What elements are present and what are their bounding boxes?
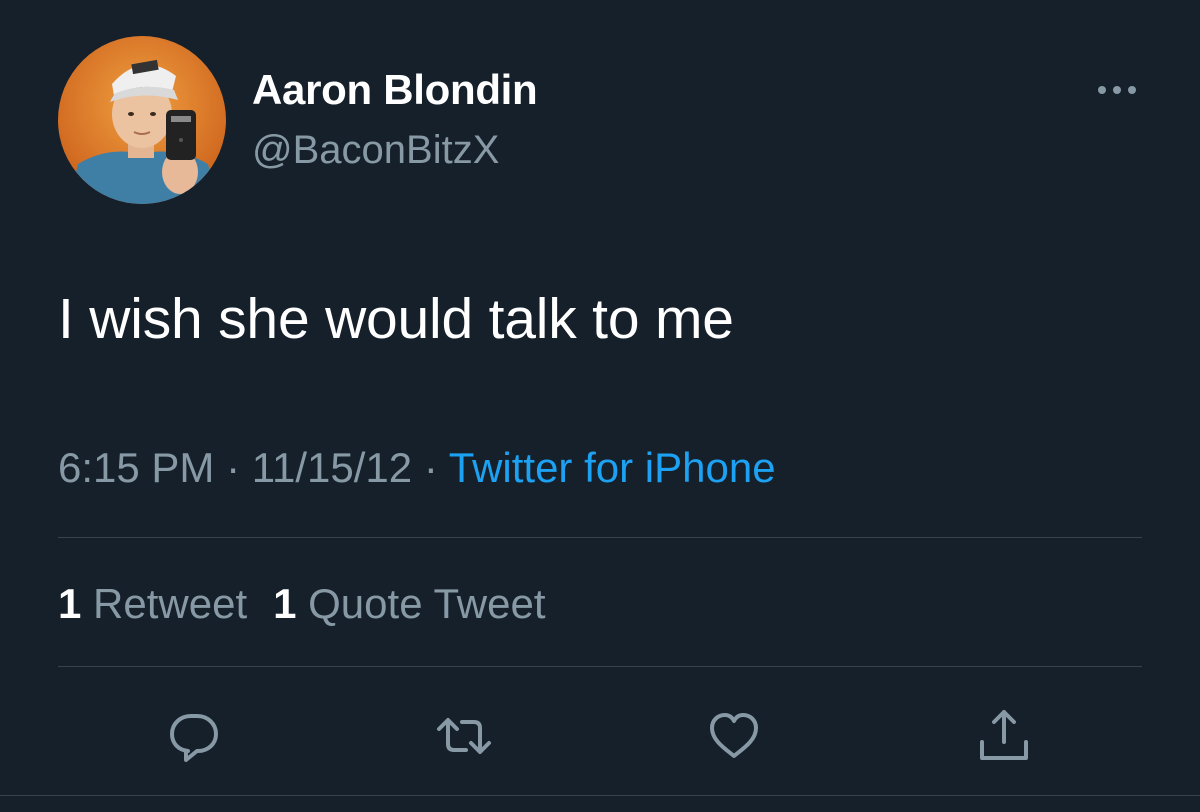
more-options-icon[interactable] [1094, 78, 1140, 102]
user-handle[interactable]: @BaconBitzX [252, 128, 499, 173]
retweet-icon [437, 718, 491, 754]
tweet-stats: 1 Retweet 1 Quote Tweet [58, 580, 546, 628]
tweet-source-link[interactable]: Twitter for iPhone [449, 444, 776, 491]
display-name[interactable]: Aaron Blondin [252, 66, 538, 114]
quotes-count: 1 [273, 580, 297, 627]
avatar-photo [58, 36, 226, 204]
tweet-text: I wish she would talk to me [58, 287, 734, 351]
meta-separator: · [423, 444, 438, 491]
retweets-label: Retweet [93, 580, 248, 627]
reply-button[interactable] [164, 706, 224, 766]
avatar[interactable] [58, 36, 226, 204]
share-icon [980, 710, 1028, 760]
retweets-stat[interactable]: 1 Retweet [58, 580, 247, 627]
retweet-button[interactable] [434, 706, 494, 766]
share-button[interactable] [974, 706, 1034, 766]
bottom-divider [0, 795, 1200, 796]
retweets-count: 1 [58, 580, 82, 627]
like-icon [710, 713, 758, 758]
quotes-label: Quote Tweet [308, 580, 546, 627]
meta-separator: · [226, 444, 241, 491]
tweet-time[interactable]: 6:15 PM [58, 444, 214, 491]
tweet-card: Aaron Blondin @BaconBitzX I wish she wou… [0, 0, 1200, 812]
tweet-meta: 6:15 PM · 11/15/12 · Twitter for iPhone [58, 444, 776, 492]
tweet-date[interactable]: 11/15/12 [252, 444, 412, 491]
reply-icon [170, 714, 218, 762]
quote-tweets-stat[interactable]: 1 Quote Tweet [273, 580, 545, 627]
like-button[interactable] [704, 706, 764, 766]
divider [58, 666, 1142, 667]
divider [58, 537, 1142, 538]
